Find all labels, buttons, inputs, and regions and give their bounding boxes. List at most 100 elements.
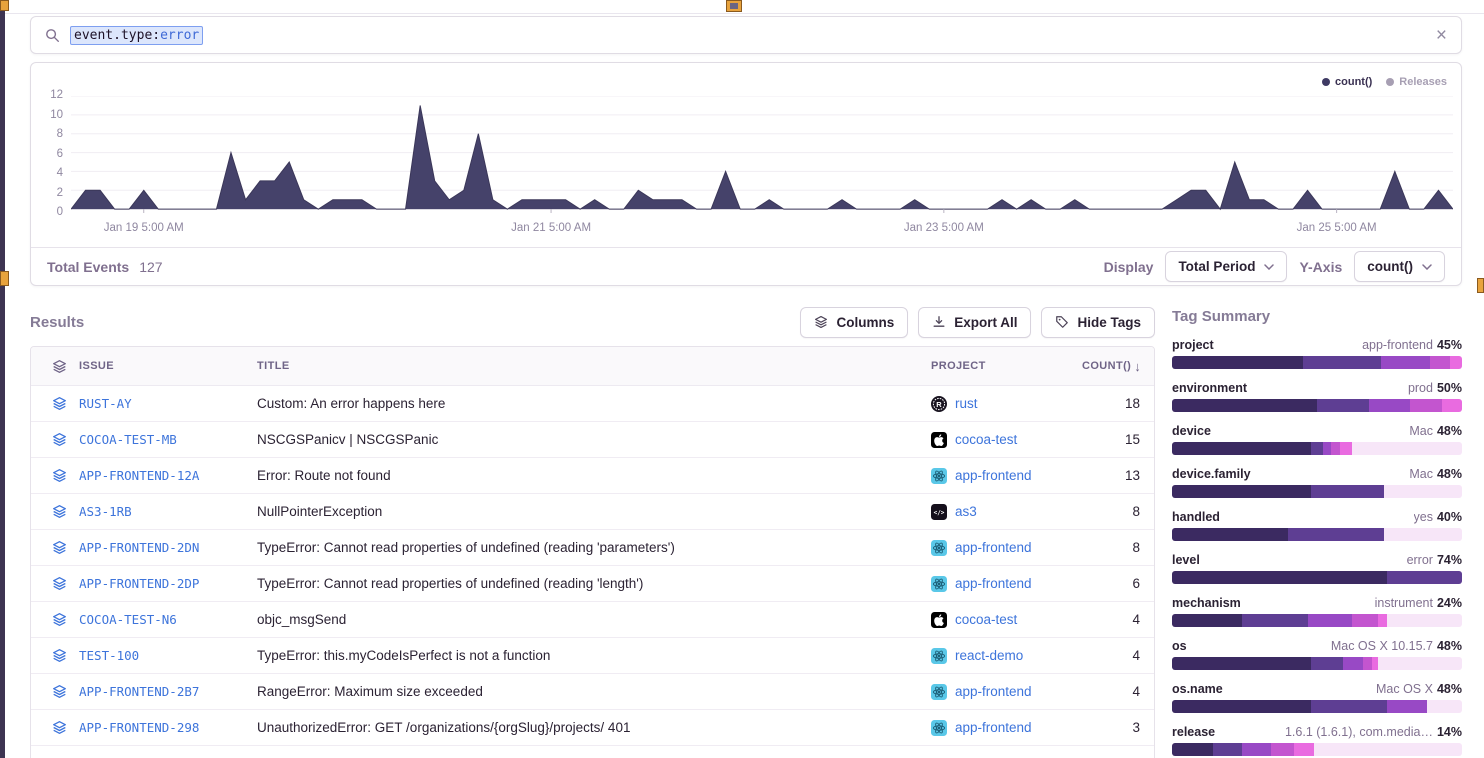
table-row-partial	[31, 746, 1154, 758]
project-link[interactable]: app-frontend	[955, 540, 1032, 555]
search-input[interactable]: event.type:error ×	[30, 16, 1462, 54]
tag-top-value: 1.6.1 (1.6.1), com.media…	[1285, 725, 1433, 739]
issue-link[interactable]: APP-FRONTEND-2DN	[79, 540, 257, 555]
tag-bar-segment[interactable]	[1172, 743, 1213, 756]
issue-link[interactable]: APP-FRONTEND-2DP	[79, 576, 257, 591]
project-link[interactable]: app-frontend	[955, 720, 1032, 735]
tag-bar-segment[interactable]	[1172, 485, 1311, 498]
columns-button[interactable]: Columns	[800, 307, 908, 338]
tag-bar-segment[interactable]	[1172, 657, 1311, 670]
project-link[interactable]: rust	[955, 396, 978, 411]
tag-bar-segment[interactable]	[1311, 485, 1384, 498]
issue-link[interactable]: APP-FRONTEND-12A	[79, 468, 257, 483]
tag-distribution-bar[interactable]	[1172, 657, 1462, 670]
project-link[interactable]: app-frontend	[955, 468, 1032, 483]
legend-item-releases[interactable]: Releases	[1386, 76, 1447, 88]
tag-bar-segment[interactable]	[1288, 528, 1384, 541]
tag-bar-segment[interactable]	[1323, 442, 1332, 455]
column-header-project[interactable]: PROJECT	[931, 360, 1082, 372]
x-axis: Jan 19 5:00 AMJan 21 5:00 AMJan 23 5:00 …	[71, 213, 1453, 247]
tag-bar-segment[interactable]	[1317, 399, 1369, 412]
tag-distribution-bar[interactable]	[1172, 399, 1462, 412]
column-header-count[interactable]: COUNT() ↓	[1082, 359, 1141, 374]
tag-bar-segment[interactable]	[1172, 442, 1311, 455]
legend-item-count[interactable]: count()	[1322, 76, 1372, 88]
tag-bar-segment[interactable]	[1172, 528, 1288, 541]
tag-bar-segment[interactable]	[1378, 614, 1387, 627]
tag-bar-segment[interactable]	[1450, 356, 1462, 369]
tag-distribution-bar[interactable]	[1172, 442, 1462, 455]
tag-bar-segment[interactable]	[1172, 700, 1311, 713]
tag-bar-segment[interactable]	[1294, 743, 1314, 756]
tag-bar-segment[interactable]	[1311, 657, 1343, 670]
project-link[interactable]: cocoa-test	[955, 432, 1017, 447]
issue-title: RangeError: Maximum size exceeded	[257, 684, 931, 699]
tag-bar-segment[interactable]	[1311, 700, 1386, 713]
tag-distribution-bar[interactable]	[1172, 571, 1462, 584]
project-link[interactable]: cocoa-test	[955, 612, 1017, 627]
react-project-icon	[931, 684, 947, 700]
export-all-button[interactable]: Export All	[918, 307, 1031, 338]
tag-distribution-bar[interactable]	[1172, 485, 1462, 498]
tag-bar-segment[interactable]	[1387, 571, 1462, 584]
issue-link[interactable]: TEST-100	[79, 648, 257, 663]
tag-bar-segment[interactable]	[1363, 657, 1372, 670]
issue-title: Custom: An error happens here	[257, 396, 931, 411]
column-header-issue[interactable]: ISSUE	[79, 360, 257, 372]
tag-summary-item: release 1.6.1 (1.6.1), com.media… 14%	[1172, 725, 1462, 756]
project-link[interactable]: react-demo	[955, 648, 1023, 663]
search-query-token[interactable]: event.type:error	[70, 26, 203, 45]
tag-bar-segment[interactable]	[1331, 442, 1340, 455]
issue-link[interactable]: AS3-1RB	[79, 504, 257, 519]
tag-bar-segment[interactable]	[1369, 399, 1410, 412]
project-link[interactable]: app-frontend	[955, 576, 1032, 591]
tag-bar-segment[interactable]	[1242, 614, 1309, 627]
tag-bar-segment[interactable]	[1343, 657, 1363, 670]
issue-link[interactable]: COCOA-TEST-N6	[79, 612, 257, 627]
issue-count: 6	[1082, 576, 1140, 591]
tag-summary-item: device.family Mac 48%	[1172, 467, 1462, 498]
tag-bar-segment[interactable]	[1308, 614, 1352, 627]
tag-distribution-bar[interactable]	[1172, 356, 1462, 369]
tag-bar-segment[interactable]	[1410, 399, 1442, 412]
tag-bar-segment[interactable]	[1442, 399, 1462, 412]
project-link[interactable]: as3	[955, 504, 977, 519]
tag-percent: 48%	[1437, 424, 1462, 438]
project-link[interactable]: app-frontend	[955, 684, 1032, 699]
tag-bar-segment[interactable]	[1381, 356, 1430, 369]
tag-bar-segment[interactable]	[1242, 743, 1271, 756]
tag-bar-segment[interactable]	[1311, 442, 1323, 455]
tag-bar-segment[interactable]	[1172, 614, 1242, 627]
display-dropdown[interactable]: Total Period	[1165, 251, 1287, 282]
hide-tags-button[interactable]: Hide Tags	[1041, 307, 1155, 338]
tag-distribution-bar[interactable]	[1172, 528, 1462, 541]
tag-bar-segment[interactable]	[1213, 743, 1242, 756]
tag-bar-segment[interactable]	[1430, 356, 1450, 369]
stack-icon	[814, 315, 828, 329]
tag-bar-segment[interactable]	[1387, 700, 1428, 713]
tag-bar-segment[interactable]	[1172, 356, 1303, 369]
issue-link[interactable]: COCOA-TEST-MB	[79, 432, 257, 447]
tag-distribution-bar[interactable]	[1172, 700, 1462, 713]
tag-distribution-bar[interactable]	[1172, 743, 1462, 756]
display-dropdown-value: Total Period	[1178, 259, 1255, 274]
tag-bar-segment[interactable]	[1352, 614, 1378, 627]
tag-summary-panel: Tag Summary project app-frontend 45% env…	[1172, 306, 1462, 756]
tag-percent: 45%	[1437, 338, 1462, 352]
tag-bar-segment[interactable]	[1372, 657, 1378, 670]
tag-distribution-bar[interactable]	[1172, 614, 1462, 627]
issue-link[interactable]: RUST-AY	[79, 396, 257, 411]
close-icon[interactable]: ×	[1436, 26, 1447, 45]
tag-bar-segment[interactable]	[1340, 442, 1352, 455]
tag-bar-segment[interactable]	[1303, 356, 1381, 369]
y-axis-dropdown[interactable]: count()	[1354, 251, 1445, 282]
project-cell: app-frontend	[931, 576, 1082, 592]
tag-bar-segment[interactable]	[1271, 743, 1294, 756]
issue-link[interactable]: APP-FRONTEND-2B7	[79, 684, 257, 699]
tag-bar-segment[interactable]	[1172, 571, 1387, 584]
column-header-title[interactable]: TITLE	[257, 360, 931, 372]
events-area-chart[interactable]	[71, 96, 1453, 213]
discover-page: event.type:error × count() Releases 1210…	[0, 0, 1484, 758]
tag-bar-segment[interactable]	[1172, 399, 1317, 412]
issue-link[interactable]: APP-FRONTEND-298	[79, 720, 257, 735]
